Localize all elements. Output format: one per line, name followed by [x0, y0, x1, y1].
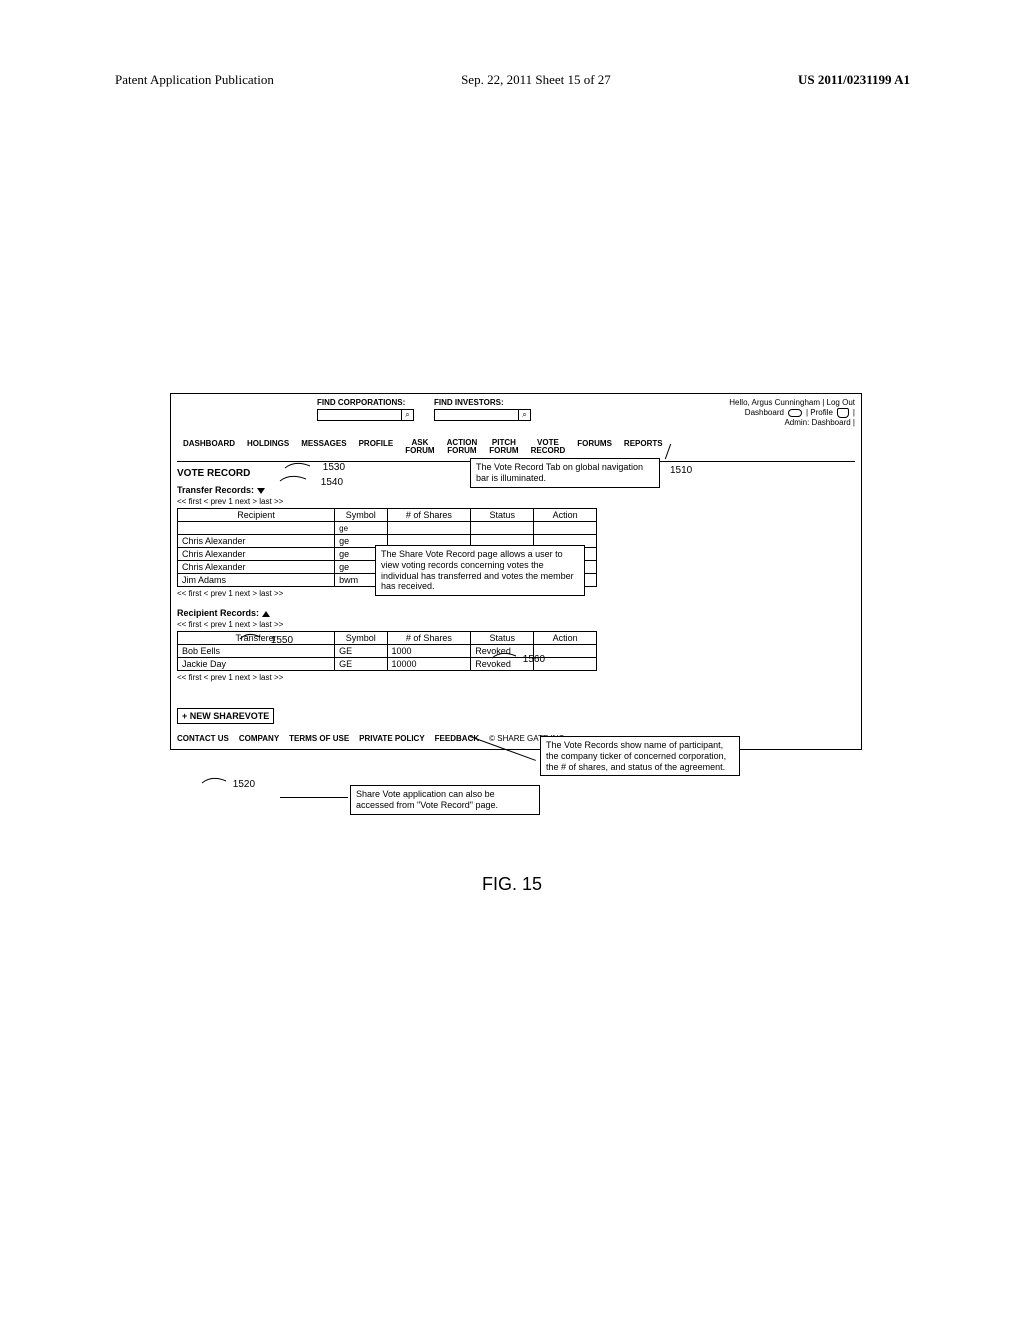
filter-recipient[interactable] — [182, 524, 330, 533]
col-action: Action — [534, 632, 597, 645]
footer-links: CONTACT US COMPANY TERMS OF USE PRIVATE … — [177, 734, 855, 743]
callout-columns: The Vote Records show name of participan… — [540, 736, 740, 776]
figure-frame: FIND CORPORATIONS: ⌕ FIND INVESTORS: ⌕ H… — [170, 393, 862, 750]
admin-link[interactable]: Admin: Dashboard | — [729, 418, 855, 428]
user-greeting: Hello, Argus Cunningham | Log Out Dashbo… — [729, 398, 855, 427]
top-bar: FIND CORPORATIONS: ⌕ FIND INVESTORS: ⌕ H… — [177, 398, 855, 427]
ref-1560: 1560 — [490, 648, 545, 665]
profile-link[interactable]: | Profile — [806, 408, 833, 418]
find-investors-input[interactable] — [434, 409, 519, 421]
search-icon[interactable]: ⌕ — [402, 409, 414, 421]
col-shares: # of Shares — [387, 632, 471, 645]
filter-symbol[interactable] — [339, 524, 382, 533]
ref-1550: 1550 — [238, 631, 293, 646]
sheet-label: Sep. 22, 2011 Sheet 15 of 27 — [461, 72, 611, 88]
find-corporations: FIND CORPORATIONS: ⌕ — [317, 398, 414, 421]
pub-number: US 2011/0231199 A1 — [798, 72, 910, 88]
find-investors-label: FIND INVESTORS: — [434, 398, 531, 407]
footer-privacy[interactable]: PRIVATE POLICY — [359, 734, 425, 743]
leader-c4 — [280, 797, 348, 798]
table-header-row: Recipient Symbol # of Shares Status Acti… — [178, 509, 597, 522]
col-symbol: Symbol — [335, 509, 387, 522]
figure-label: FIG. 15 — [0, 874, 1024, 895]
pub-label: Patent Application Publication — [115, 72, 274, 88]
tab-profile[interactable]: PROFILE — [353, 435, 400, 461]
page-header: Patent Application Publication Sep. 22, … — [115, 72, 910, 88]
greeting-line: Hello, Argus Cunningham | Log Out — [729, 398, 855, 408]
filter-status[interactable] — [475, 524, 529, 533]
callout-newsv: Share Vote application can also be acces… — [350, 785, 540, 815]
filter-action[interactable] — [538, 524, 592, 533]
ref-1530: 1530 — [280, 458, 345, 473]
ref-1540: 1540 — [278, 473, 343, 488]
ref-1510: 1510 — [670, 465, 692, 476]
filter-shares[interactable] — [392, 524, 467, 533]
footer-contact[interactable]: CONTACT US — [177, 734, 229, 743]
col-status: Status — [471, 632, 534, 645]
ref-1520: 1520 — [200, 773, 255, 790]
tab-ask-forum[interactable]: ASKFORUM — [399, 435, 440, 461]
find-investors: FIND INVESTORS: ⌕ — [434, 398, 531, 421]
table-filter-row — [178, 522, 597, 535]
recipient-records-heading: Recipient Records: — [177, 608, 855, 618]
footer-feedback[interactable]: FEEDBACK — [435, 734, 479, 743]
person-icon — [837, 408, 849, 418]
footer-terms[interactable]: TERMS OF USE — [289, 734, 349, 743]
dashboard-link[interactable]: Dashboard — [745, 408, 784, 418]
footer-company[interactable]: COMPANY — [239, 734, 279, 743]
callout-nav: The Vote Record Tab on global navigation… — [470, 458, 660, 488]
col-action: Action — [534, 509, 597, 522]
expand-icon[interactable] — [257, 488, 265, 494]
search-icon[interactable]: ⌕ — [519, 409, 531, 421]
pager-bottom-2[interactable]: << first < prev 1 next > last >> — [177, 673, 855, 682]
callout-page: The Share Vote Record page allows a user… — [375, 545, 585, 596]
col-shares: # of Shares — [387, 509, 471, 522]
new-sharevote-button[interactable]: + NEW SHAREVOTE — [177, 708, 274, 724]
find-corporations-input[interactable] — [317, 409, 402, 421]
cloud-icon — [788, 409, 802, 417]
tab-dashboard[interactable]: DASHBOARD — [177, 435, 241, 461]
find-corporations-label: FIND CORPORATIONS: — [317, 398, 414, 407]
expand-icon[interactable] — [262, 611, 270, 617]
col-status: Status — [471, 509, 534, 522]
col-recipient: Recipient — [178, 509, 335, 522]
pager-top-2[interactable]: << first < prev 1 next > last >> — [177, 620, 855, 629]
col-symbol: Symbol — [335, 632, 387, 645]
pager-top-1[interactable]: << first < prev 1 next > last >> — [177, 497, 855, 506]
